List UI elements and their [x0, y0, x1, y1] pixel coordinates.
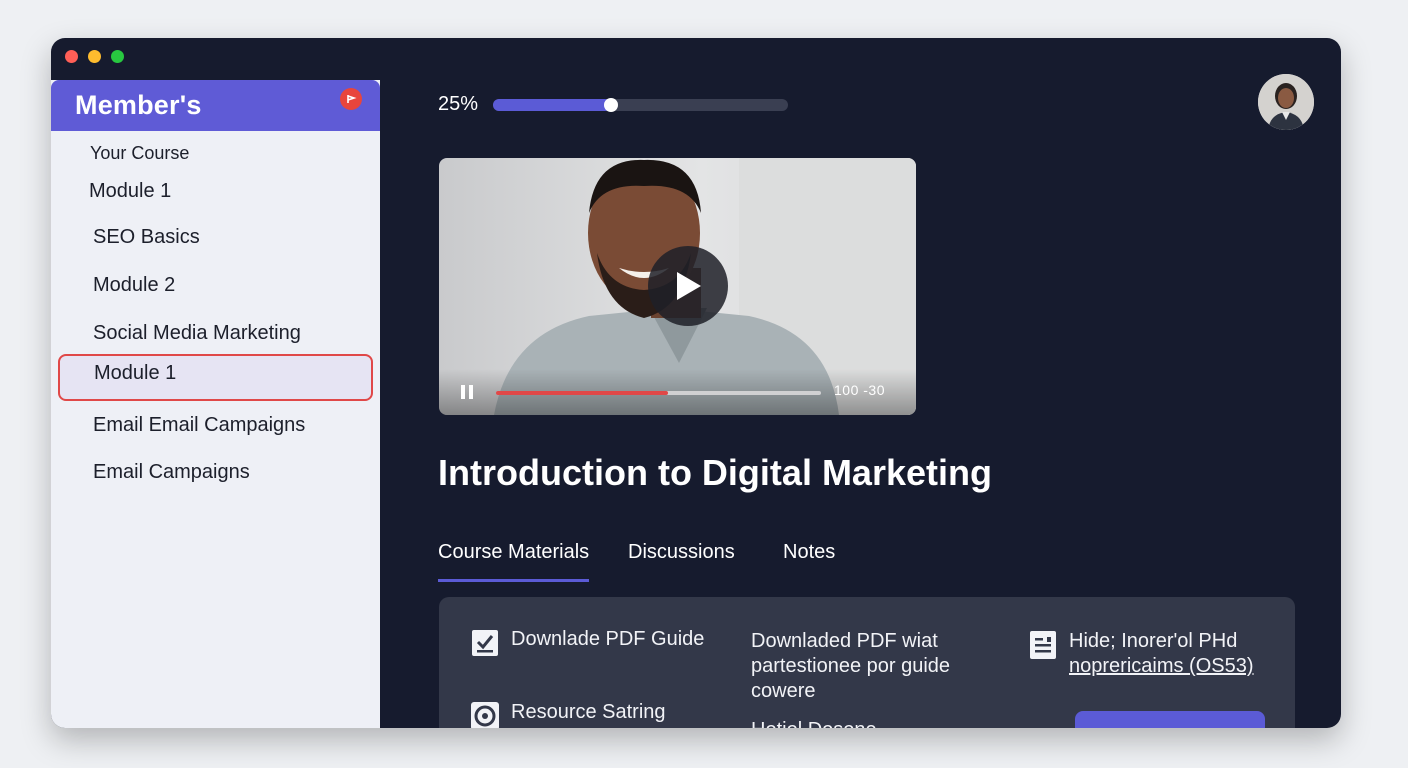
user-avatar-image	[1258, 74, 1314, 130]
maximize-window-button[interactable]	[111, 50, 124, 63]
user-avatar[interactable]	[1258, 74, 1314, 130]
sidebar-item-module-1-active[interactable]: Module 1	[58, 354, 373, 401]
tab-course-materials[interactable]: Course Materials	[438, 538, 590, 582]
material-hidden-link[interactable]: noprericaims (OS53)	[1069, 654, 1254, 679]
document-icon	[1030, 631, 1056, 659]
sidebar-item-email-campaigns[interactable]: Email Campaigns	[93, 452, 373, 492]
notification-icon[interactable]	[340, 88, 362, 110]
video-time: 100 -30	[834, 382, 885, 398]
app-window: Member's Your Course Module 1 SEO Basics…	[51, 38, 1341, 728]
material-item-hidden-pdf[interactable]: Hide; Inorer'ol PHd noprericaims (OS53)	[1027, 629, 1254, 679]
pause-icon[interactable]	[459, 384, 475, 400]
material-label-pdf-guide: Downlade PDF Guide	[511, 628, 705, 650]
play-button[interactable]	[648, 246, 728, 326]
progress-bar	[493, 98, 788, 112]
sidebar-item-module-2[interactable]: Module 2	[93, 265, 373, 305]
target-icon	[471, 702, 499, 728]
sidebar-item-social-media-marketing[interactable]: Social Media Marketing	[93, 313, 373, 353]
progress-label: 25%	[438, 93, 479, 115]
progress-fill	[493, 99, 611, 111]
material-description-line-2: partestionee por guide	[751, 655, 951, 677]
flag-icon	[347, 95, 357, 103]
course-materials-panel: Downlade PDF Guide Resource Satring Down…	[439, 597, 1295, 728]
start-lessons-button[interactable]: Start Lessons	[1075, 711, 1265, 728]
sidebar-header: Member's	[51, 80, 380, 131]
material-hidden-line-1: Hide; Inorer'ol PHd	[1069, 630, 1238, 652]
checklist-document-icon	[472, 630, 498, 656]
play-icon	[677, 272, 701, 300]
video-seek-fill	[496, 391, 669, 395]
material-item-pdf-guide[interactable]: Downlade PDF Guide	[469, 627, 704, 659]
sidebar-item-module-1[interactable]: Module 1	[89, 171, 369, 211]
video-seek-bar[interactable]	[496, 391, 821, 395]
window-controls	[65, 50, 124, 63]
video-player[interactable]: 100 -30	[439, 158, 916, 415]
tab-discussions[interactable]: Discussions	[628, 538, 735, 582]
tab-notes[interactable]: Notes	[783, 538, 835, 582]
sidebar-item-seo-basics[interactable]: SEO Basics	[93, 217, 373, 257]
material-description-line-3: cowere	[751, 680, 816, 702]
close-window-button[interactable]	[65, 50, 78, 63]
material-description-line-4: Hotiol Dosone	[751, 718, 950, 728]
video-controls: 100 -30	[439, 369, 916, 415]
material-description: Downladed PDF wiat partestionee por guid…	[751, 629, 950, 728]
sidebar: Member's Your Course Module 1 SEO Basics…	[51, 80, 380, 728]
sidebar-section-label: Your Course	[90, 143, 190, 163]
material-label-resource: Resource Satring	[511, 701, 666, 723]
progress-knob[interactable]	[604, 98, 618, 112]
material-description-line-1: Downladed PDF wiat	[751, 630, 938, 652]
material-item-resource[interactable]: Resource Satring	[469, 700, 666, 728]
sidebar-title: Member's	[75, 90, 202, 120]
minimize-window-button[interactable]	[88, 50, 101, 63]
course-title: Introduction to Digital Marketing	[438, 452, 992, 493]
sidebar-item-email-email-campaigns[interactable]: Email Email Campaigns	[93, 405, 373, 445]
